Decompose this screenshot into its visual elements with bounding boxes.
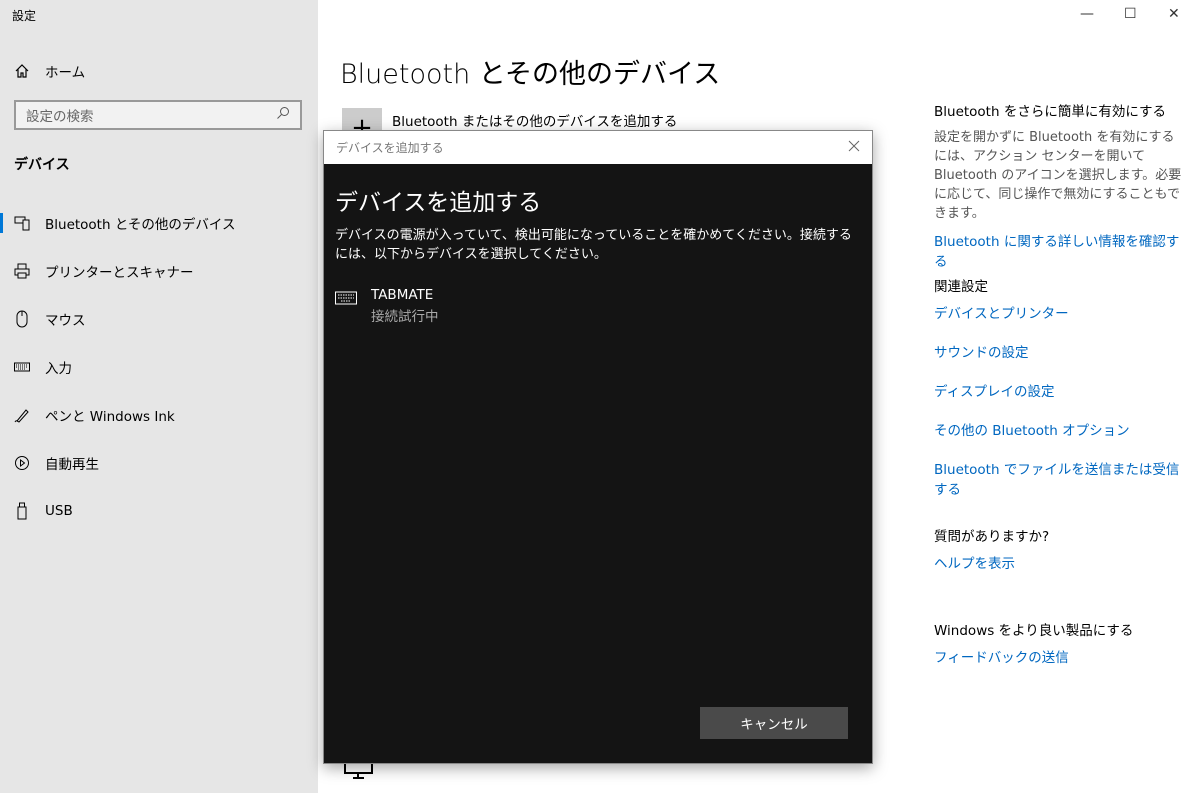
- usb-icon: [0, 502, 45, 520]
- add-device-dialog: デバイスを追加する デバイスを追加する デバイスの電源が入っていて、検出可能にな…: [323, 130, 873, 764]
- right-panel: Bluetooth をさらに簡単に有効にする 設定を開かずに Bluetooth…: [934, 100, 1184, 270]
- sidebar-item-label: Bluetooth とその他のデバイス: [45, 217, 236, 233]
- sidebar-item-input[interactable]: 入力: [0, 347, 318, 387]
- sidebar-item-usb[interactable]: USB: [0, 491, 318, 531]
- sidebar: 設定 ホーム 設定の検索 デバイス Bluetooth とその他のデバイス プリ…: [0, 0, 318, 793]
- bluetooth-devices-icon: [0, 215, 45, 231]
- sidebar-item-label: 自動再生: [45, 457, 99, 473]
- feedback-link[interactable]: フィードバックの送信: [934, 646, 1184, 666]
- device-status: 接続試行中: [371, 309, 439, 325]
- search-placeholder: 設定の検索: [26, 109, 94, 125]
- sidebar-item-label: ペンと Windows Ink: [45, 409, 175, 425]
- close-window-button[interactable]: ✕: [1168, 6, 1180, 22]
- search-input[interactable]: 設定の検索: [14, 100, 302, 130]
- dialog-description: デバイスの電源が入っていて、検出可能になっていることを確かめてください。接続する…: [335, 228, 852, 262]
- help-link[interactable]: ヘルプを表示: [934, 552, 1184, 572]
- sidebar-item-label: 入力: [45, 361, 72, 377]
- sidebar-item-label: プリンターとスキャナー: [45, 265, 194, 281]
- home-label: ホーム: [45, 65, 86, 81]
- link-bluetooth-file-transfer[interactable]: Bluetooth でファイルを送信または受信する: [934, 458, 1184, 498]
- device-name: TABMATE: [371, 287, 434, 303]
- sidebar-item-home[interactable]: ホーム: [0, 51, 318, 91]
- keyboard-icon: [335, 287, 371, 325]
- maximize-button[interactable]: ☐: [1124, 6, 1137, 22]
- sidebar-item-bluetooth[interactable]: Bluetooth とその他のデバイス: [0, 203, 318, 243]
- feedback-heading: Windows をより良い製品にする: [934, 623, 1134, 639]
- right-description: 設定を開かずに Bluetooth を有効にするには、アクション センターを開い…: [934, 130, 1182, 221]
- related-settings-heading: 関連設定: [934, 279, 988, 295]
- search-icon: [276, 106, 290, 124]
- mouse-icon: [0, 310, 45, 328]
- link-devices-printers[interactable]: デバイスとプリンター: [934, 302, 1184, 322]
- cancel-button[interactable]: キャンセル: [700, 707, 848, 739]
- sidebar-item-autoplay[interactable]: 自動再生: [0, 443, 318, 483]
- minimize-button[interactable]: —: [1080, 6, 1094, 22]
- close-icon[interactable]: [848, 140, 860, 155]
- link-bluetooth-options[interactable]: その他の Bluetooth オプション: [934, 419, 1184, 439]
- device-item[interactable]: TABMATE 接続試行中: [335, 287, 439, 325]
- page-title: Bluetooth とその他のデバイス: [340, 59, 721, 90]
- right-heading: Bluetooth をさらに簡単に有効にする: [934, 104, 1166, 120]
- sidebar-item-mouse[interactable]: マウス: [0, 299, 318, 339]
- questions-heading: 質問がありますか?: [934, 529, 1050, 545]
- link-sound[interactable]: サウンドの設定: [934, 341, 1184, 361]
- app-title: 設定: [12, 9, 37, 23]
- autoplay-icon: [0, 455, 45, 471]
- keyboard-icon: [0, 361, 45, 373]
- bluetooth-info-link[interactable]: Bluetooth に関する詳しい情報を確認する: [934, 230, 1184, 270]
- dialog-titlebar: デバイスを追加する: [324, 131, 872, 164]
- section-heading: デバイス: [14, 157, 70, 173]
- dialog-heading: デバイスを追加する: [335, 190, 542, 216]
- printer-icon: [0, 263, 45, 279]
- sidebar-item-printers[interactable]: プリンターとスキャナー: [0, 251, 318, 291]
- home-icon: [0, 63, 45, 79]
- sidebar-item-label: USB: [45, 503, 73, 519]
- sidebar-item-label: マウス: [45, 313, 86, 329]
- link-display[interactable]: ディスプレイの設定: [934, 380, 1184, 400]
- sidebar-item-pen[interactable]: ペンと Windows Ink: [0, 395, 318, 435]
- pen-icon: [0, 407, 45, 423]
- dialog-title: デバイスを追加する: [336, 141, 444, 155]
